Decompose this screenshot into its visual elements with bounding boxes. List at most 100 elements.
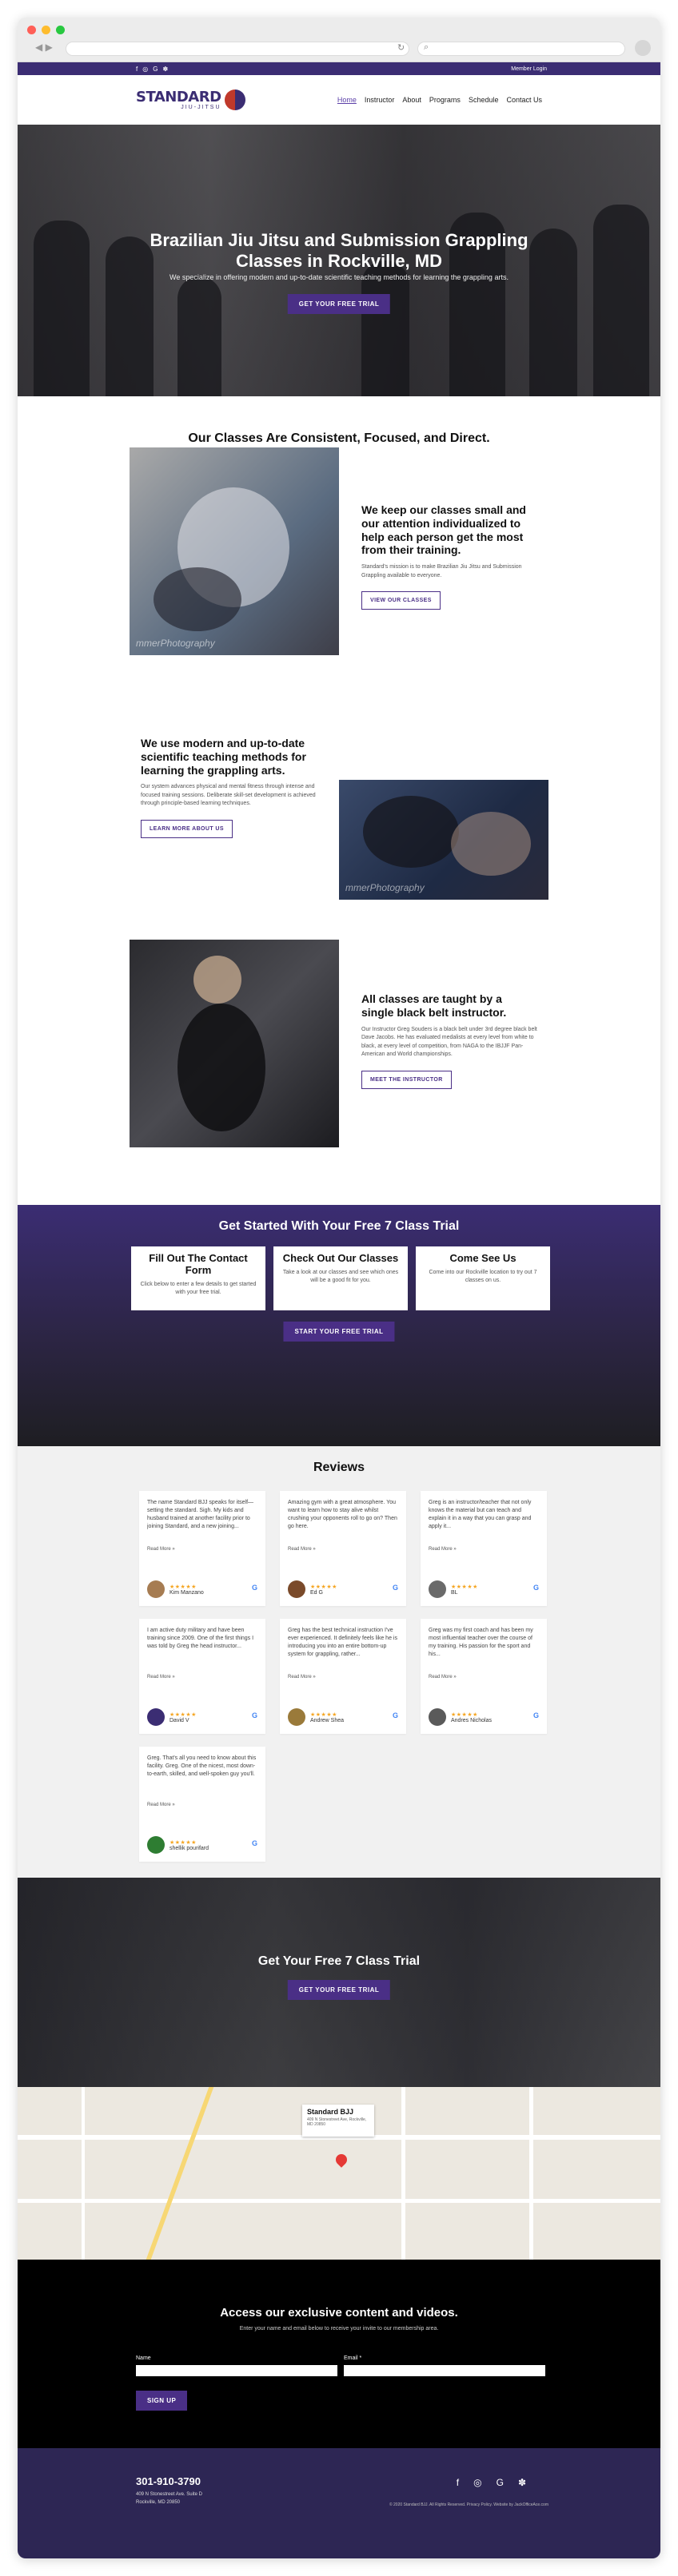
maximize-window-icon[interactable] (56, 26, 65, 34)
review-author-name: BL (451, 1589, 458, 1596)
class-photo-2: mmerPhotography (339, 780, 548, 900)
browser-window: ◀ ▶ ↻ ⌕ f ◎ G ✽ Member Login STANDARD JI… (18, 18, 660, 2558)
logo-subtitle: JIU-JITSU (181, 104, 221, 110)
back-forward-icon[interactable]: ◀ ▶ (35, 42, 53, 53)
facebook-icon[interactable]: f (457, 2477, 459, 2488)
nav-schedule[interactable]: Schedule (469, 96, 499, 104)
review-text: I am active duty military and have been … (147, 1628, 254, 1650)
top-bar: f ◎ G ✽ Member Login (18, 62, 660, 75)
instagram-icon[interactable]: ◎ (473, 2477, 481, 2488)
main-nav: Home Instructor About Programs Schedule … (337, 96, 542, 104)
avatar (147, 1580, 165, 1598)
classes-title: Our Classes Are Consistent, Focused, and… (188, 431, 490, 445)
trial-step-text: Take a look at our classes and see which… (282, 1269, 399, 1283)
yelp-icon[interactable]: ✽ (518, 2477, 526, 2488)
review-read-more-link[interactable]: Read More » (147, 1675, 257, 1680)
avatar (429, 1580, 446, 1598)
meet-instructor-button[interactable]: MEET THE INSTRUCTOR (361, 1070, 452, 1089)
review-card: The name Standard BJJ speaks for itself—… (139, 1491, 265, 1606)
trial-step-title: Check Out Our Classes (282, 1252, 399, 1264)
trial-step-text: Click below to enter a few details to ge… (140, 1281, 257, 1295)
review-text: Amazing gym with a great atmosphere. You… (288, 1500, 397, 1530)
reload-icon[interactable]: ↻ (397, 42, 405, 53)
class-text-2: We use modern and up-to-date scientific … (141, 737, 325, 838)
free-trial-section: Get Started With Your Free 7 Class Trial… (18, 1205, 660, 1446)
google-icon: G (392, 1584, 398, 1592)
class-text-1: We keep our classes small and our attent… (361, 503, 537, 610)
review-card: I am active duty military and have been … (139, 1619, 265, 1734)
bottom-cta-section: Get Your Free 7 Class Trial GET YOUR FRE… (18, 1878, 660, 2087)
review-author-name: Andrew Shea (310, 1717, 345, 1723)
review-card: Amazing gym with a great atmosphere. You… (280, 1491, 406, 1606)
review-author: ★★★★★ David V (147, 1708, 197, 1726)
cta-free-trial-button[interactable]: GET YOUR FREE TRIAL (287, 1980, 391, 2000)
hero-free-trial-button[interactable]: GET YOUR FREE TRIAL (287, 294, 391, 314)
trial-step-card: Fill Out The Contact Form Click below to… (131, 1246, 265, 1310)
class-photo-1: mmerPhotography (130, 447, 339, 655)
site-logo[interactable]: STANDARD JIU-JITSU (136, 89, 245, 110)
access-section: Access our exclusive content and videos.… (18, 2260, 660, 2448)
map-info-card: Standard BJJ 409 N Stonestreet Ave, Rock… (302, 2105, 374, 2137)
sign-up-button[interactable]: SIGN UP (136, 2391, 188, 2411)
star-rating: ★★★★★ (170, 1711, 197, 1718)
class-text-3: All classes are taught by a single black… (361, 992, 537, 1089)
nav-contact[interactable]: Contact Us (506, 96, 542, 104)
star-rating: ★★★★★ (170, 1584, 197, 1590)
review-author: ★★★★★ shellik pourifard (147, 1836, 209, 1854)
email-input[interactable] (344, 2364, 545, 2376)
google-icon: G (532, 1584, 539, 1592)
browser-search-bar[interactable] (417, 42, 625, 56)
location-map[interactable]: Standard BJJ 409 N Stonestreet Ave, Rock… (18, 2087, 660, 2260)
learn-more-button[interactable]: LEARN MORE ABOUT US (141, 819, 233, 838)
class-photo-3 (130, 940, 339, 1147)
review-read-more-link[interactable]: Read More » (288, 1547, 398, 1552)
site-header: STANDARD JIU-JITSU Home Instructor About… (18, 75, 660, 125)
trial-step-card: Check Out Our Classes Take a look at our… (273, 1246, 408, 1310)
map-pin-icon[interactable] (333, 2152, 349, 2168)
reviews-section: Reviews The name Standard BJJ speaks for… (18, 1446, 660, 1878)
start-free-trial-button[interactable]: START YOUR FREE TRIAL (283, 1322, 395, 1342)
star-rating: ★★★★★ (451, 1584, 478, 1590)
footer-copyright: © 2020 Standard BJJ. All Rights Reserved… (389, 2502, 548, 2507)
class-text-3-body: Our Instructor Greg Souders is a black b… (361, 1026, 537, 1058)
avatar (288, 1580, 305, 1598)
close-window-icon[interactable] (27, 26, 36, 34)
address-bar[interactable] (66, 42, 409, 56)
access-title: Access our exclusive content and videos. (220, 2306, 458, 2320)
browser-menu-icon[interactable] (635, 40, 651, 56)
footer-address-line-2: Rockville, MD 20850 (136, 2499, 181, 2505)
photo-watermark: mmerPhotography (136, 638, 215, 649)
review-read-more-link[interactable]: Read More » (147, 1547, 257, 1552)
access-subtitle: Enter your name and email below to recei… (239, 2326, 439, 2332)
yelp-icon[interactable]: ✽ (162, 66, 168, 73)
nav-instructor[interactable]: Instructor (365, 96, 395, 104)
review-read-more-link[interactable]: Read More » (429, 1547, 539, 1552)
review-card: Greg has the best technical instruction … (280, 1619, 406, 1734)
review-card: Greg. That's all you need to know about … (139, 1747, 265, 1862)
footer-socials: f ◎ G ✽ (457, 2477, 526, 2488)
star-rating: ★★★★★ (451, 1711, 478, 1718)
nav-programs[interactable]: Programs (429, 96, 461, 104)
nav-about[interactable]: About (402, 96, 421, 104)
name-input[interactable] (136, 2364, 337, 2376)
class-text-2-body: Our system advances physical and mental … (141, 784, 316, 807)
view-classes-button[interactable]: VIEW OUR CLASSES (361, 591, 441, 610)
google-icon[interactable]: G (497, 2477, 504, 2488)
review-read-more-link[interactable]: Read More » (147, 1803, 257, 1807)
map-place-title: Standard BJJ (307, 2108, 354, 2116)
avatar (429, 1708, 446, 1726)
review-read-more-link[interactable]: Read More » (429, 1675, 539, 1680)
google-icon[interactable]: G (153, 66, 158, 73)
minimize-window-icon[interactable] (42, 26, 50, 34)
instagram-icon[interactable]: ◎ (142, 66, 148, 73)
photo-watermark: mmerPhotography (345, 882, 425, 893)
class-text-1-body: Standard's mission is to make Brazilian … (361, 564, 522, 578)
member-login-link[interactable]: Member Login (511, 66, 547, 72)
review-read-more-link[interactable]: Read More » (288, 1675, 398, 1680)
google-icon: G (392, 1711, 398, 1719)
facebook-icon[interactable]: f (136, 66, 138, 73)
trial-step-title: Fill Out The Contact Form (149, 1252, 248, 1276)
browser-chrome: ◀ ▶ ↻ ⌕ (18, 18, 660, 62)
footer-phone[interactable]: 301-910-3790 (136, 2475, 201, 2487)
nav-home[interactable]: Home (337, 96, 357, 104)
